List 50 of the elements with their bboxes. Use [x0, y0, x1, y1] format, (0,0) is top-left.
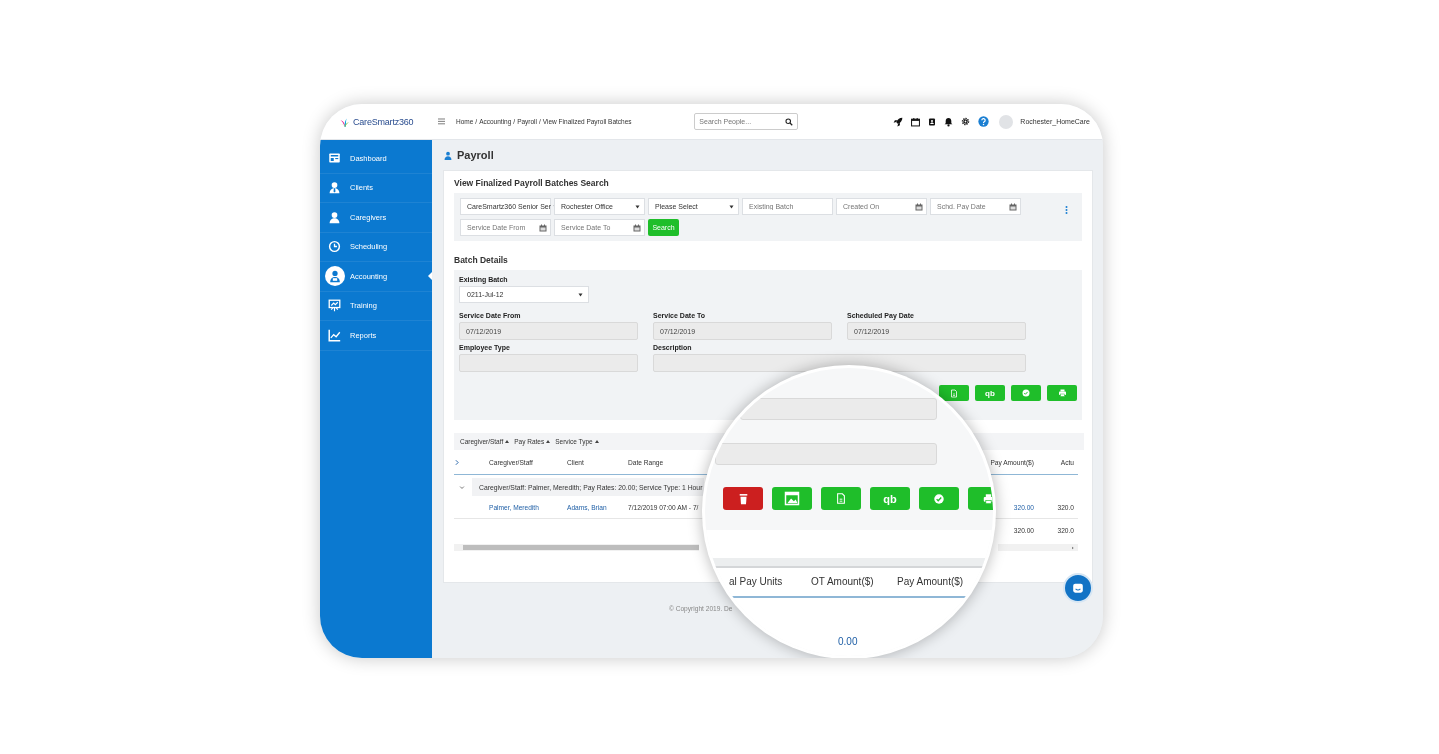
person-icon	[328, 181, 341, 195]
document-icon	[950, 388, 958, 398]
scrollbar-track[interactable]	[998, 544, 1078, 551]
document-button[interactable]	[821, 487, 861, 510]
chevron-right-icon[interactable]	[454, 458, 460, 466]
menu-icon[interactable]	[437, 118, 446, 125]
chevron-down-icon[interactable]	[459, 484, 465, 490]
section-title: Batch Details	[454, 255, 509, 265]
line-chart-icon	[328, 328, 341, 342]
column-header[interactable]: OT Amount($)	[811, 576, 874, 587]
delete-button[interactable]	[723, 487, 763, 510]
person-icon	[328, 210, 341, 224]
printer-icon	[1057, 389, 1067, 397]
total-link[interactable]: 0.00	[838, 636, 858, 647]
search-icon[interactable]	[785, 117, 794, 126]
section-title: View Finalized Payroll Batches Search	[454, 178, 610, 188]
page-title: Payroll	[457, 149, 494, 161]
chat-icon	[1072, 582, 1084, 594]
settings-icon[interactable]	[961, 117, 971, 126]
logo-text[interactable]: CareSmartz360	[353, 116, 414, 127]
person-icon	[443, 149, 453, 161]
bell-icon[interactable]	[944, 116, 954, 127]
approve-button[interactable]	[919, 487, 959, 510]
approve-button[interactable]	[1011, 385, 1041, 401]
calendar-icon[interactable]	[911, 116, 921, 127]
scrollbar[interactable]	[454, 544, 699, 551]
column-header[interactable]: al Pay Units	[729, 576, 783, 587]
caret-icon	[635, 204, 640, 209]
dashboard-icon	[328, 152, 341, 165]
caret-icon	[729, 204, 734, 209]
calendar-icon	[915, 202, 923, 211]
caret-icon	[578, 292, 583, 297]
calendar-icon	[539, 223, 547, 232]
help-icon[interactable]	[978, 116, 990, 127]
more-options-icon[interactable]	[1065, 206, 1068, 214]
image-button[interactable]	[772, 487, 812, 510]
document-icon	[835, 492, 847, 505]
clock-icon	[328, 240, 341, 254]
print-button[interactable]	[1047, 385, 1077, 401]
check-circle-icon	[1022, 389, 1030, 397]
easel-icon	[328, 299, 341, 313]
person-icon	[328, 269, 342, 284]
calendar-icon	[633, 223, 641, 232]
document-button[interactable]	[939, 385, 969, 401]
rocket-icon[interactable]	[893, 116, 904, 127]
column-header[interactable]: Pay Amount($)	[897, 576, 964, 587]
check-circle-icon	[933, 493, 945, 504]
contact-book-icon[interactable]	[928, 116, 937, 127]
image-icon	[782, 491, 802, 506]
calendar-icon	[1009, 202, 1017, 211]
